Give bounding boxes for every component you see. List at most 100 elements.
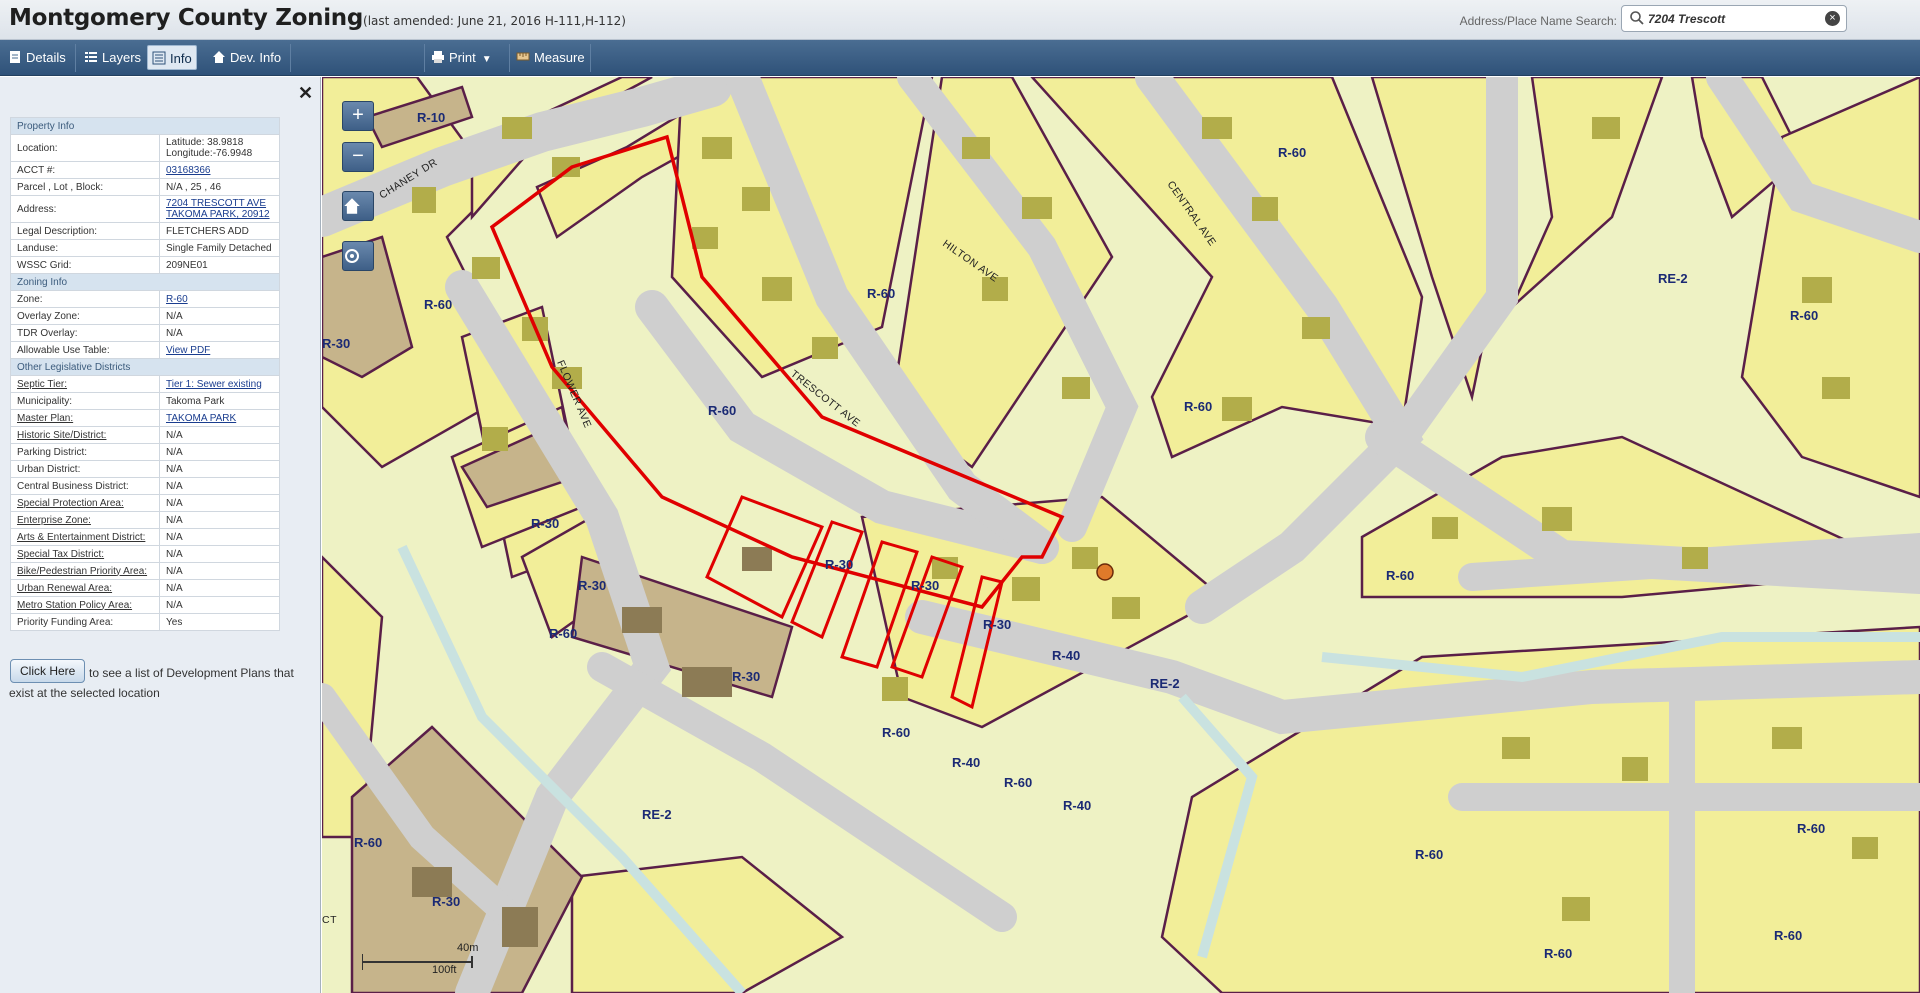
spa-value: N/A: [159, 494, 280, 512]
acct-link[interactable]: 03168366: [166, 165, 211, 176]
table-row: Master Plan: TAKOMA PARK: [10, 409, 280, 427]
table-row: Septic Tier: Tier 1: Sewer existing: [10, 375, 280, 393]
legal-key: Legal Description:: [10, 222, 160, 240]
zoom-in-button[interactable]: +: [342, 101, 374, 131]
toolbar-divider: [509, 44, 510, 72]
table-row: Location: Latitude: 38.9818 Longitude:-76.…: [10, 134, 280, 162]
map-canvas[interactable]: R-10 R-60 R-30 R-60 R-60 R-60 R-60 RE-2 …: [322, 77, 1920, 993]
septic-key[interactable]: Septic Tier:: [10, 375, 160, 393]
close-icon[interactable]: ✕: [298, 83, 313, 104]
parking-key: Parking District:: [10, 443, 160, 461]
measure-button[interactable]: Measure: [512, 45, 589, 70]
layers-button[interactable]: Layers: [80, 45, 145, 70]
renewal-key[interactable]: Urban Renewal Area:: [10, 579, 160, 597]
zoom-out-button[interactable]: −: [342, 142, 374, 172]
toolbar: Details Layers Info Dev. Info Print ▼ Mea…: [0, 40, 1920, 76]
toolbar-divider: [75, 44, 76, 72]
document-icon: [10, 51, 20, 63]
cbd-key: Central Business District:: [10, 477, 160, 495]
info-button[interactable]: Info: [147, 45, 197, 70]
historic-key[interactable]: Historic Site/District:: [10, 426, 160, 444]
overlay-value: N/A: [159, 307, 280, 325]
locate-icon: [345, 249, 359, 263]
table-row: Parking District: N/A: [10, 443, 280, 461]
metro-key[interactable]: Metro Station Policy Area:: [10, 596, 160, 614]
dev-info-label: Dev. Info: [230, 50, 282, 65]
zone-link[interactable]: R-60: [166, 294, 188, 305]
table-row: Priority Funding Area: Yes: [10, 613, 280, 631]
table-row: Municipality: Takoma Park: [10, 392, 280, 410]
zone-label: R-40: [952, 755, 980, 770]
zone-label: R-30: [825, 557, 853, 572]
address-link-line1[interactable]: 7204 TRESCOTT AVE: [166, 198, 266, 209]
details-label: Details: [26, 50, 66, 65]
zone-label: R-30: [732, 669, 760, 684]
table-row: ACCT #: 03168366: [10, 161, 280, 179]
table-row: Special Tax District: N/A: [10, 545, 280, 563]
location-value: Latitude: 38.9818 Longitude:-76.9948: [159, 134, 280, 162]
click-here-button[interactable]: Click Here: [10, 659, 86, 683]
bike-value: N/A: [159, 562, 280, 580]
zoning-map[interactable]: R-10 R-60 R-30 R-60 R-60 R-60 R-60 RE-2 …: [322, 77, 1920, 993]
zone-label: R-60: [1544, 946, 1572, 961]
toolbar-divider: [424, 44, 425, 72]
tax-district-key[interactable]: Special Tax District:: [10, 545, 160, 563]
search-input[interactable]: [1648, 10, 1813, 28]
municipality-value: Takoma Park: [159, 392, 280, 410]
view-pdf-link[interactable]: View PDF: [166, 345, 210, 356]
chevron-down-icon: ▼: [481, 54, 492, 65]
zone-label: R-60: [1184, 399, 1212, 414]
zone-label: R-30: [983, 617, 1011, 632]
landuse-value: Single Family Detached: [159, 239, 280, 257]
location-marker-icon[interactable]: [1096, 563, 1114, 581]
zone-label: R-60: [867, 286, 895, 301]
parcel-value: N/A , 25 , 46: [159, 178, 280, 196]
bike-key[interactable]: Bike/Pedestrian Priority Area:: [10, 562, 160, 580]
page-title: Montgomery County Zoning(last amended: J…: [9, 5, 626, 31]
measure-label: Measure: [534, 50, 585, 65]
latitude-value: Latitude: 38.9818: [166, 137, 244, 148]
legal-value: FLETCHERS ADD: [159, 222, 280, 240]
table-row: Legal Description: FLETCHERS ADD: [10, 222, 280, 240]
master-plan-link[interactable]: TAKOMA PARK: [166, 413, 236, 424]
property-info-heading: Property Info: [10, 117, 280, 135]
overlay-key: Overlay Zone:: [10, 307, 160, 325]
enterprise-key[interactable]: Enterprise Zone:: [10, 511, 160, 529]
metro-value: N/A: [159, 596, 280, 614]
tdr-value: N/A: [159, 324, 280, 342]
table-row: Arts & Entertainment District: N/A: [10, 528, 280, 546]
zone-label: R-10: [417, 110, 445, 125]
zone-label: R-30: [322, 336, 350, 351]
zone-label: R-30: [432, 894, 460, 909]
septic-link[interactable]: Tier 1: Sewer existing: [166, 379, 262, 390]
table-row: WSSC Grid: 209NE01: [10, 256, 280, 274]
clear-search-icon[interactable]: ×: [1825, 11, 1840, 26]
ruler-icon: [516, 52, 530, 61]
print-button[interactable]: Print ▼: [427, 45, 496, 70]
arts-key[interactable]: Arts & Entertainment District:: [10, 528, 160, 546]
other-districts-heading: Other Legislative Districts: [10, 358, 280, 376]
info-panel: ✕ Property Info Location: Latitude: 38.98…: [0, 77, 321, 993]
minus-icon: −: [352, 145, 364, 167]
longitude-value: Longitude:-76.9948: [166, 148, 253, 159]
home-extent-button[interactable]: [342, 191, 374, 221]
master-plan-key[interactable]: Master Plan:: [10, 409, 160, 427]
table-row: Bike/Pedestrian Priority Area: N/A: [10, 562, 280, 580]
property-info-table: Property Info Location: Latitude: 38.9818…: [10, 117, 280, 631]
locate-button[interactable]: [342, 241, 374, 271]
layers-icon: [85, 52, 97, 62]
historic-value: N/A: [159, 426, 280, 444]
zone-label: R-60: [1797, 821, 1825, 836]
zone-label: RE-2: [642, 807, 672, 822]
search-box[interactable]: ×: [1621, 5, 1847, 32]
layers-label: Layers: [102, 50, 142, 65]
zone-label: R-60: [549, 626, 577, 641]
zone-label: R-30: [531, 516, 559, 531]
zone-label: R-60: [1790, 308, 1818, 323]
dev-info-button[interactable]: Dev. Info: [208, 45, 285, 70]
details-button[interactable]: Details: [4, 45, 70, 70]
zone-label: R-60: [424, 297, 452, 312]
table-row: Overlay Zone: N/A: [10, 307, 280, 325]
spa-key[interactable]: Special Protection Area:: [10, 494, 160, 512]
address-link-line2[interactable]: TAKOMA PARK, 20912: [166, 209, 270, 220]
